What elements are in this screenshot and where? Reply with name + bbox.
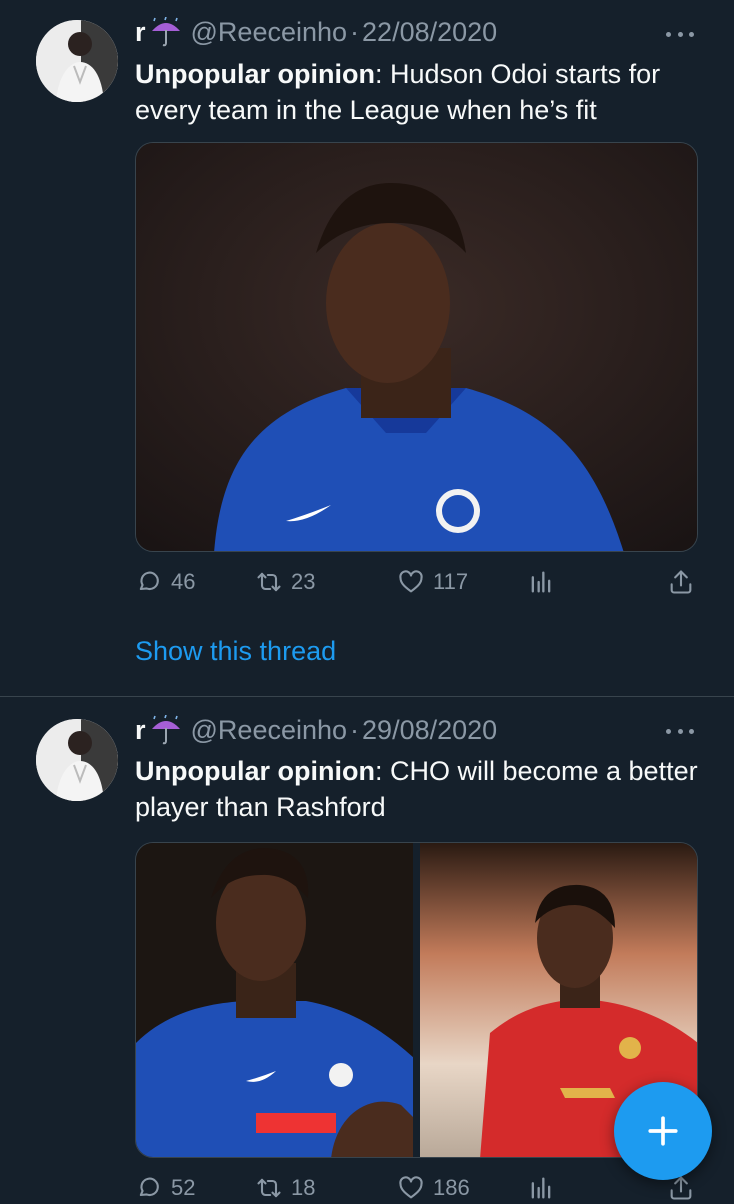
display-name-text: r (135, 16, 146, 47)
tweet-header: r @Reeceinho · 29/08/2020 (135, 714, 497, 746)
separator-dot: · (350, 16, 360, 47)
like-count: 117 (433, 569, 469, 594)
share-icon (670, 570, 692, 594)
compose-tweet-button[interactable] (614, 1082, 712, 1180)
retweet-button[interactable]: 18 (255, 1172, 315, 1204)
display-name-text: r (135, 714, 146, 745)
retweet-count: 18 (291, 1175, 316, 1200)
separator-dot: · (350, 714, 360, 745)
reply-count: 46 (171, 569, 196, 594)
umbrella-rain-icon (151, 715, 180, 745)
user-handle[interactable]: @Reeceinho (191, 17, 348, 48)
reply-icon (139, 1177, 159, 1197)
retweet-button[interactable]: 23 (255, 566, 315, 598)
avatar[interactable] (36, 719, 118, 801)
like-button[interactable]: 117 (397, 566, 468, 598)
more-horizontal-icon[interactable] (666, 726, 694, 736)
tweet-date[interactable]: 22/08/2020 (362, 17, 497, 48)
plus-icon (648, 1116, 678, 1146)
analytics-icon (531, 1177, 551, 1199)
like-count: 186 (433, 1175, 470, 1200)
retweet-icon (257, 572, 281, 592)
tweet-text: Unpopular opinion: CHO will become a bet… (135, 753, 705, 825)
more-horizontal-icon[interactable] (666, 29, 694, 39)
tweet-photo-left[interactable] (136, 843, 413, 1157)
reply-button[interactable]: 46 (135, 566, 195, 598)
tweet[interactable]: r @Reeceinho · 22/08/2020 Unpopular opin… (0, 0, 734, 696)
tweet-text-bold: Unpopular opinion (135, 756, 375, 786)
show-thread-link[interactable]: Show this thread (135, 636, 336, 667)
views-button[interactable] (527, 566, 555, 598)
display-name[interactable]: r (135, 17, 183, 48)
reply-count: 52 (171, 1175, 196, 1200)
retweet-icon (257, 1178, 281, 1198)
reply-icon (139, 571, 159, 591)
avatar[interactable] (36, 20, 118, 102)
umbrella-rain-icon (151, 17, 180, 47)
analytics-icon (531, 571, 551, 593)
user-handle[interactable]: @Reeceinho (191, 715, 348, 746)
tweet-actions: 52 18 186 (135, 1172, 700, 1204)
reply-button[interactable]: 52 (135, 1172, 195, 1204)
views-button[interactable] (527, 1172, 555, 1204)
tweet-date[interactable]: 29/08/2020 (362, 715, 497, 746)
heart-icon (399, 570, 423, 593)
like-button[interactable]: 186 (397, 1172, 470, 1204)
retweet-count: 23 (291, 569, 316, 594)
tweet-text: Unpopular opinion: Hudson Odoi starts fo… (135, 56, 705, 128)
tweet-header: r @Reeceinho · 22/08/2020 (135, 16, 497, 48)
heart-icon (399, 1176, 423, 1199)
share-button[interactable] (667, 566, 695, 598)
tweet-photo-grid (135, 842, 698, 1158)
tweet-photo[interactable] (135, 142, 698, 552)
tweet-actions: 46 23 117 (135, 566, 700, 598)
tweet-text-bold: Unpopular opinion (135, 59, 375, 89)
display-name[interactable]: r (135, 715, 183, 746)
